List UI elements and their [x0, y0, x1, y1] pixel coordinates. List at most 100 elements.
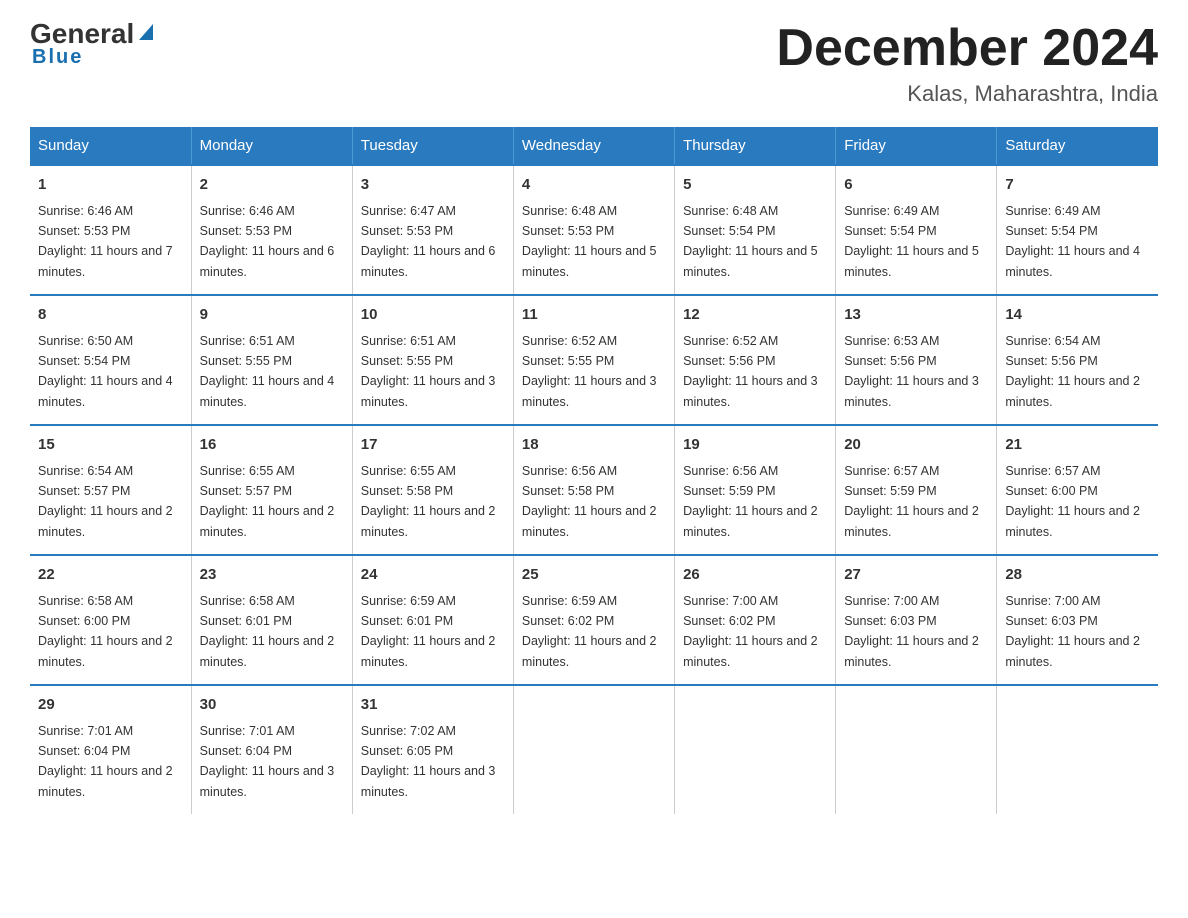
day-number: 7	[1005, 174, 1150, 197]
calendar-cell: 27 Sunrise: 7:00 AMSunset: 6:03 PMDaylig…	[836, 555, 997, 685]
day-info: Sunrise: 7:00 AMSunset: 6:03 PMDaylight:…	[844, 594, 979, 669]
calendar-cell: 31 Sunrise: 7:02 AMSunset: 6:05 PMDaylig…	[352, 685, 513, 814]
day-number: 25	[522, 564, 666, 587]
day-header-monday: Monday	[191, 127, 352, 165]
day-info: Sunrise: 6:57 AMSunset: 6:00 PMDaylight:…	[1005, 464, 1140, 539]
day-info: Sunrise: 6:51 AMSunset: 5:55 PMDaylight:…	[200, 334, 335, 409]
calendar-cell: 22 Sunrise: 6:58 AMSunset: 6:00 PMDaylig…	[30, 555, 191, 685]
calendar-cell: 11 Sunrise: 6:52 AMSunset: 5:55 PMDaylig…	[513, 295, 674, 425]
day-number: 26	[683, 564, 827, 587]
day-number: 14	[1005, 304, 1150, 327]
day-info: Sunrise: 6:53 AMSunset: 5:56 PMDaylight:…	[844, 334, 979, 409]
day-info: Sunrise: 6:58 AMSunset: 6:00 PMDaylight:…	[38, 594, 173, 669]
calendar-cell: 6 Sunrise: 6:49 AMSunset: 5:54 PMDayligh…	[836, 165, 997, 295]
calendar-cell	[513, 685, 674, 814]
logo: General Blue	[30, 20, 157, 69]
day-info: Sunrise: 6:59 AMSunset: 6:01 PMDaylight:…	[361, 594, 496, 669]
title-section: December 2024 Kalas, Maharashtra, India	[776, 20, 1158, 107]
day-info: Sunrise: 6:50 AMSunset: 5:54 PMDaylight:…	[38, 334, 173, 409]
day-info: Sunrise: 7:01 AMSunset: 6:04 PMDaylight:…	[38, 724, 173, 799]
day-info: Sunrise: 6:52 AMSunset: 5:55 PMDaylight:…	[522, 334, 657, 409]
calendar-cell: 30 Sunrise: 7:01 AMSunset: 6:04 PMDaylig…	[191, 685, 352, 814]
calendar-cell	[675, 685, 836, 814]
day-number: 24	[361, 564, 505, 587]
day-number: 27	[844, 564, 988, 587]
day-info: Sunrise: 6:59 AMSunset: 6:02 PMDaylight:…	[522, 594, 657, 669]
calendar-cell: 19 Sunrise: 6:56 AMSunset: 5:59 PMDaylig…	[675, 425, 836, 555]
calendar-cell	[997, 685, 1158, 814]
day-header-tuesday: Tuesday	[352, 127, 513, 165]
logo-general-text: General	[30, 20, 134, 48]
day-number: 28	[1005, 564, 1150, 587]
calendar-table: SundayMondayTuesdayWednesdayThursdayFrid…	[30, 127, 1158, 814]
day-info: Sunrise: 6:55 AMSunset: 5:58 PMDaylight:…	[361, 464, 496, 539]
day-number: 5	[683, 174, 827, 197]
day-info: Sunrise: 6:54 AMSunset: 5:57 PMDaylight:…	[38, 464, 173, 539]
calendar-cell: 9 Sunrise: 6:51 AMSunset: 5:55 PMDayligh…	[191, 295, 352, 425]
day-info: Sunrise: 6:54 AMSunset: 5:56 PMDaylight:…	[1005, 334, 1140, 409]
day-info: Sunrise: 6:57 AMSunset: 5:59 PMDaylight:…	[844, 464, 979, 539]
logo-arrow-icon	[135, 20, 157, 42]
day-number: 11	[522, 304, 666, 327]
calendar-cell: 29 Sunrise: 7:01 AMSunset: 6:04 PMDaylig…	[30, 685, 191, 814]
calendar-week-row: 1 Sunrise: 6:46 AMSunset: 5:53 PMDayligh…	[30, 165, 1158, 295]
calendar-cell: 5 Sunrise: 6:48 AMSunset: 5:54 PMDayligh…	[675, 165, 836, 295]
day-number: 21	[1005, 434, 1150, 457]
day-header-saturday: Saturday	[997, 127, 1158, 165]
calendar-header-row: SundayMondayTuesdayWednesdayThursdayFrid…	[30, 127, 1158, 165]
day-number: 23	[200, 564, 344, 587]
day-header-friday: Friday	[836, 127, 997, 165]
day-info: Sunrise: 6:49 AMSunset: 5:54 PMDaylight:…	[844, 204, 979, 279]
day-header-wednesday: Wednesday	[513, 127, 674, 165]
calendar-cell: 14 Sunrise: 6:54 AMSunset: 5:56 PMDaylig…	[997, 295, 1158, 425]
calendar-cell: 10 Sunrise: 6:51 AMSunset: 5:55 PMDaylig…	[352, 295, 513, 425]
calendar-cell: 8 Sunrise: 6:50 AMSunset: 5:54 PMDayligh…	[30, 295, 191, 425]
day-number: 4	[522, 174, 666, 197]
calendar-cell: 4 Sunrise: 6:48 AMSunset: 5:53 PMDayligh…	[513, 165, 674, 295]
day-number: 13	[844, 304, 988, 327]
day-info: Sunrise: 7:00 AMSunset: 6:02 PMDaylight:…	[683, 594, 818, 669]
calendar-cell: 17 Sunrise: 6:55 AMSunset: 5:58 PMDaylig…	[352, 425, 513, 555]
day-number: 30	[200, 694, 344, 717]
day-info: Sunrise: 6:48 AMSunset: 5:54 PMDaylight:…	[683, 204, 818, 279]
day-number: 9	[200, 304, 344, 327]
calendar-week-row: 29 Sunrise: 7:01 AMSunset: 6:04 PMDaylig…	[30, 685, 1158, 814]
day-number: 19	[683, 434, 827, 457]
day-number: 15	[38, 434, 183, 457]
day-number: 8	[38, 304, 183, 327]
day-number: 17	[361, 434, 505, 457]
day-info: Sunrise: 6:52 AMSunset: 5:56 PMDaylight:…	[683, 334, 818, 409]
day-number: 16	[200, 434, 344, 457]
calendar-cell: 28 Sunrise: 7:00 AMSunset: 6:03 PMDaylig…	[997, 555, 1158, 685]
day-number: 18	[522, 434, 666, 457]
day-number: 12	[683, 304, 827, 327]
day-info: Sunrise: 7:01 AMSunset: 6:04 PMDaylight:…	[200, 724, 335, 799]
day-number: 6	[844, 174, 988, 197]
day-info: Sunrise: 6:47 AMSunset: 5:53 PMDaylight:…	[361, 204, 496, 279]
day-number: 20	[844, 434, 988, 457]
calendar-cell: 25 Sunrise: 6:59 AMSunset: 6:02 PMDaylig…	[513, 555, 674, 685]
day-header-sunday: Sunday	[30, 127, 191, 165]
day-info: Sunrise: 6:58 AMSunset: 6:01 PMDaylight:…	[200, 594, 335, 669]
calendar-cell: 20 Sunrise: 6:57 AMSunset: 5:59 PMDaylig…	[836, 425, 997, 555]
day-info: Sunrise: 6:51 AMSunset: 5:55 PMDaylight:…	[361, 334, 496, 409]
location-subtitle: Kalas, Maharashtra, India	[776, 81, 1158, 107]
day-info: Sunrise: 6:56 AMSunset: 5:59 PMDaylight:…	[683, 464, 818, 539]
day-info: Sunrise: 6:49 AMSunset: 5:54 PMDaylight:…	[1005, 204, 1140, 279]
calendar-cell: 24 Sunrise: 6:59 AMSunset: 6:01 PMDaylig…	[352, 555, 513, 685]
calendar-cell: 12 Sunrise: 6:52 AMSunset: 5:56 PMDaylig…	[675, 295, 836, 425]
day-info: Sunrise: 6:48 AMSunset: 5:53 PMDaylight:…	[522, 204, 657, 279]
day-info: Sunrise: 7:00 AMSunset: 6:03 PMDaylight:…	[1005, 594, 1140, 669]
day-number: 1	[38, 174, 183, 197]
page-header: General Blue December 2024 Kalas, Mahara…	[30, 20, 1158, 107]
logo-blue-text: Blue	[32, 46, 83, 69]
day-info: Sunrise: 6:46 AMSunset: 5:53 PMDaylight:…	[38, 204, 173, 279]
calendar-week-row: 22 Sunrise: 6:58 AMSunset: 6:00 PMDaylig…	[30, 555, 1158, 685]
day-info: Sunrise: 7:02 AMSunset: 6:05 PMDaylight:…	[361, 724, 496, 799]
calendar-cell: 18 Sunrise: 6:56 AMSunset: 5:58 PMDaylig…	[513, 425, 674, 555]
day-header-thursday: Thursday	[675, 127, 836, 165]
month-title: December 2024	[776, 20, 1158, 77]
calendar-cell: 15 Sunrise: 6:54 AMSunset: 5:57 PMDaylig…	[30, 425, 191, 555]
day-info: Sunrise: 6:56 AMSunset: 5:58 PMDaylight:…	[522, 464, 657, 539]
calendar-cell: 21 Sunrise: 6:57 AMSunset: 6:00 PMDaylig…	[997, 425, 1158, 555]
